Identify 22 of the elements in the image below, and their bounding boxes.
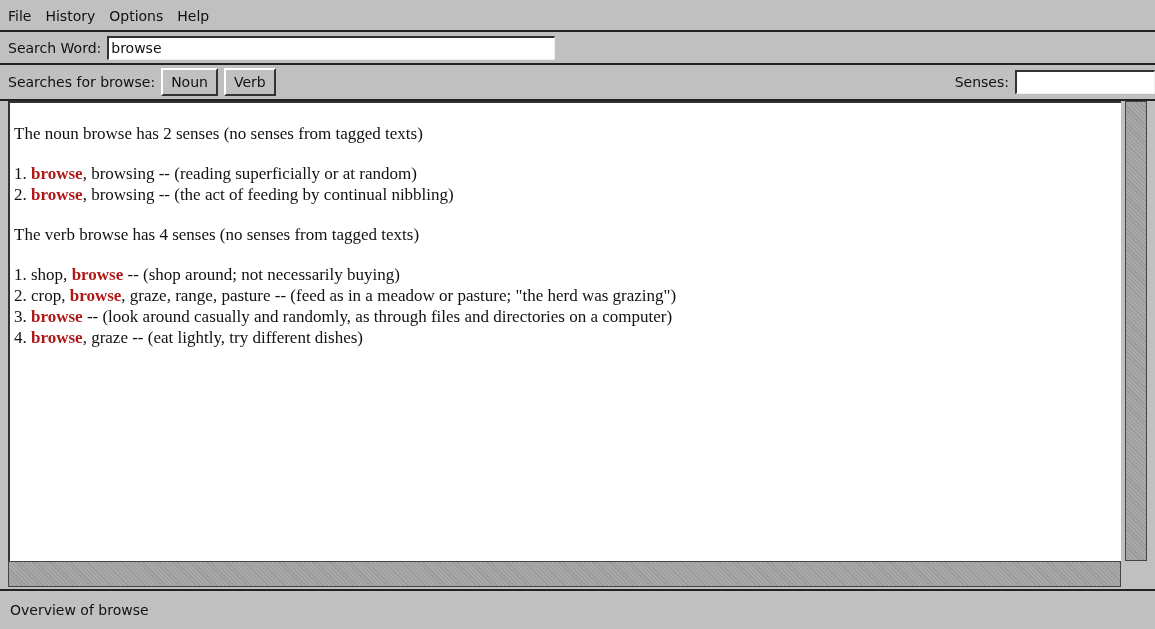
search-label: Search Word:	[8, 39, 102, 56]
pos-button[interactable]: Noun	[161, 68, 218, 96]
menu-item[interactable]: Options	[109, 7, 164, 24]
vertical-scrollbar[interactable]	[1125, 101, 1147, 561]
searches-label: Searches for browse:	[8, 74, 156, 90]
summary-text: The noun browse has 2 senses (no senses from tagged texts)	[14, 123, 423, 144]
horizontal-scrollbar[interactable]	[8, 561, 1121, 587]
menu-item[interactable]: File	[8, 7, 32, 24]
menu-item[interactable]: Help	[177, 7, 210, 24]
sense-line: 2. browse, browsing -- (the act of feeding by continual nibbling)	[14, 184, 454, 205]
sense-line: 2. crop, browse, graze, range, pasture -- (feed as in a meadow or pasture; "the herd was grazing")	[14, 285, 677, 306]
status-text: Overview of browse	[10, 602, 149, 618]
sense-line: 4. browse, graze -- (eat lightly, try different dishes)	[14, 327, 364, 348]
senses-label: Senses:	[954, 74, 1009, 90]
sense-line: 3. browse -- (look around casually and randomly, as through files and directories on a computer)	[14, 306, 673, 327]
sense-line: 1. shop, browse -- (shop around; not necessarily buying)	[14, 264, 400, 285]
summary-text: The verb browse has 4 senses (no senses from tagged texts)	[14, 224, 420, 245]
search-field[interactable]: browse	[107, 35, 556, 60]
senses-field[interactable]	[1015, 70, 1155, 94]
menu-item[interactable]: History	[45, 7, 96, 24]
pos-button[interactable]: Verb	[223, 68, 276, 96]
sense-line: 1. browse, browsing -- (reading superficially or at random)	[14, 163, 417, 184]
